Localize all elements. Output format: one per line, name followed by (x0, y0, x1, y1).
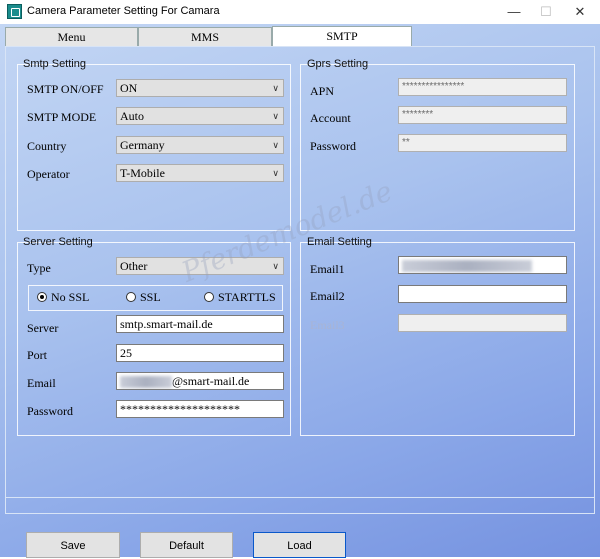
radio-unselected-icon (126, 292, 136, 302)
redacted-text (402, 260, 532, 273)
chevron-down-icon: ∨ (272, 169, 279, 179)
smtp-mode-label: SMTP MODE (27, 110, 97, 124)
title-bar: Camera Parameter Setting For Camara — ☐ … (0, 0, 600, 24)
email-domain: @smart-mail.de (172, 374, 250, 388)
port-label: Port (27, 348, 48, 362)
tab-menu[interactable]: Menu (5, 27, 138, 47)
account-field[interactable]: ******** (398, 106, 567, 124)
gprs-setting-title: Gprs Setting (307, 58, 369, 70)
smtp-onoff-label: SMTP ON/OFF (27, 82, 104, 96)
operator-select[interactable]: T-Mobile ∨ (116, 164, 284, 182)
server-type-value: Other (120, 259, 148, 273)
email-field[interactable]: @smart-mail.de (116, 372, 284, 390)
load-button[interactable]: Load (253, 532, 346, 558)
minimize-button[interactable]: — (500, 2, 528, 22)
country-value: Germany (120, 138, 165, 152)
email-setting-title: Email Setting (307, 236, 372, 248)
smtp-mode-value: Auto (120, 109, 144, 123)
window-title: Camera Parameter Setting For Camara (27, 5, 220, 17)
email2-label: Email2 (310, 289, 345, 303)
port-field[interactable]: 25 (116, 344, 284, 362)
chevron-down-icon: ∨ (272, 112, 279, 122)
no-ssl-label: No SSL (51, 290, 90, 304)
close-button[interactable]: ✕ (566, 2, 594, 22)
chevron-down-icon: ∨ (272, 84, 279, 94)
tab-mms[interactable]: MMS (138, 27, 272, 47)
operator-value: T-Mobile (120, 166, 165, 180)
email1-field[interactable] (398, 256, 567, 274)
app-logo-icon (7, 4, 22, 19)
tab-strip: Menu MMS SMTP (5, 26, 595, 47)
apn-label: APN (310, 84, 335, 98)
account-label: Account (310, 111, 351, 125)
country-label: Country (27, 139, 67, 153)
server-type-select[interactable]: Other ∨ (116, 257, 284, 275)
smtp-setting-title: Smtp Setting (23, 58, 86, 70)
type-label: Type (27, 261, 51, 275)
server-password-field[interactable]: ******************** (116, 400, 284, 418)
apn-field[interactable]: **************** (398, 78, 567, 96)
smtp-onoff-value: ON (120, 81, 138, 95)
default-button[interactable]: Default (140, 532, 233, 558)
save-button[interactable]: Save (26, 532, 120, 558)
operator-label: Operator (27, 167, 70, 181)
email1-label: Email1 (310, 262, 345, 276)
server-field[interactable]: smtp.smart-mail.de (116, 315, 284, 333)
server-label: Server (27, 321, 59, 335)
email3-field (398, 314, 567, 332)
redacted-text (120, 376, 172, 389)
email-label: Email (27, 376, 56, 390)
email3-label: Email3 (310, 318, 345, 332)
starttls-label: STARTTLS (218, 290, 276, 304)
smtp-mode-select[interactable]: Auto ∨ (116, 107, 284, 125)
chevron-down-icon: ∨ (272, 262, 279, 272)
tab-smtp[interactable]: SMTP (272, 26, 412, 47)
radio-selected-icon (37, 292, 47, 302)
chevron-down-icon: ∨ (272, 141, 279, 151)
server-setting-title: Server Setting (23, 236, 93, 248)
smtp-onoff-select[interactable]: ON ∨ (116, 79, 284, 97)
server-password-label: Password (27, 404, 74, 418)
maximize-button[interactable]: ☐ (532, 2, 560, 22)
email2-field[interactable] (398, 285, 567, 303)
divider (5, 497, 595, 498)
gprs-password-field[interactable]: ** (398, 134, 567, 152)
ssl-label: SSL (140, 290, 161, 304)
radio-unselected-icon (204, 292, 214, 302)
gprs-password-label: Password (310, 139, 357, 153)
country-select[interactable]: Germany ∨ (116, 136, 284, 154)
